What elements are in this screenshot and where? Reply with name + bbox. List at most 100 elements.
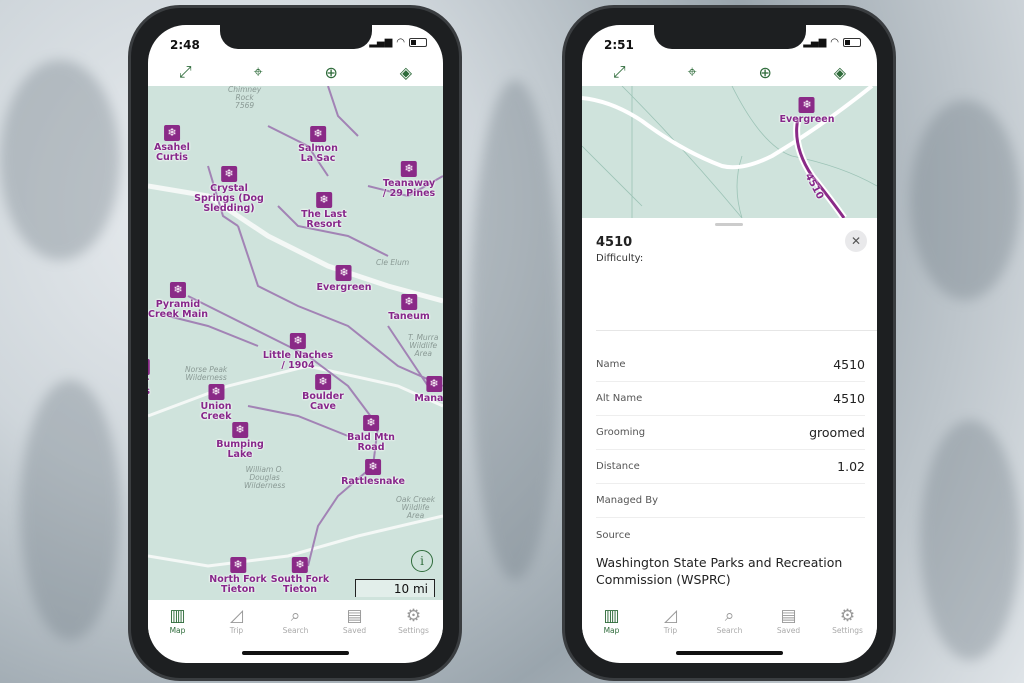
map-marker[interactable]: ❄ Union Creek	[200, 384, 232, 422]
map-marker[interactable]: ❄ Salmon La Sac	[298, 126, 338, 164]
tab-search[interactable]: ⌕ Search	[705, 606, 755, 650]
scale-bar: 10 mi	[355, 579, 435, 597]
marker-label: Salmon La Sac	[298, 143, 338, 164]
battery-icon	[409, 38, 427, 47]
notch	[654, 25, 806, 49]
expand-icon[interactable]: ⤢	[613, 62, 626, 82]
tab-label: Trip	[663, 626, 678, 635]
snowflake-icon: ❄	[232, 422, 248, 438]
marker-label: ver ngs	[148, 377, 150, 397]
row-value: groomed	[809, 425, 865, 440]
tab-trip[interactable]: ◿ Trip	[646, 606, 696, 650]
locate-icon[interactable]: ⌖	[254, 62, 263, 82]
map-marker[interactable]: ❄ Asahel Curtis	[154, 125, 190, 163]
wifi-icon: ◠	[830, 37, 839, 48]
marker-label: Bald Mtn Road	[347, 432, 395, 453]
status-time: 2:51	[604, 38, 634, 52]
tab-saved[interactable]: ▤ Saved	[330, 606, 380, 650]
map-marker[interactable]: ❄ Taneum	[388, 294, 430, 322]
trip-icon: ◿	[663, 606, 678, 626]
tab-label: Saved	[776, 626, 801, 635]
signal-icon: ▂▄▆	[369, 37, 393, 48]
tab-settings[interactable]: ⚙ Settings	[389, 606, 439, 650]
tab-map[interactable]: ▥ Map	[587, 606, 637, 650]
marker-label: Boulder Cave	[302, 391, 344, 412]
snowflake-icon: ❄	[229, 557, 246, 573]
snowflake-icon: ❄	[148, 359, 150, 375]
place-label: William O. Douglas Wilderness	[244, 465, 286, 490]
tab-trip[interactable]: ◿ Trip	[212, 606, 262, 650]
notch	[220, 25, 372, 49]
map[interactable]: Chimney Rock 7569 Cle Elum T. Murra Wild…	[148, 86, 443, 600]
map-marker[interactable]: ❄ South Fork Tieton	[271, 557, 329, 595]
saved-icon: ▤	[780, 606, 797, 626]
row-value: 4510	[833, 357, 865, 372]
map-toolbar: ⤢ ⌖ ⊕ ◈	[148, 58, 443, 86]
tab-label: Map	[169, 626, 186, 635]
place-label: Oak Creek Wildlife Area	[396, 495, 436, 520]
snowflake-icon: ❄	[309, 126, 326, 142]
place-label: Chimney Rock 7569	[228, 86, 262, 110]
search-icon: ⌕	[290, 606, 301, 626]
snowflake-icon: ❄	[798, 97, 815, 113]
row-key: Alt Name	[596, 393, 643, 404]
battery-icon	[843, 38, 861, 47]
marker-label: North Fork Tieton	[209, 574, 267, 595]
tab-bar: ▥ Map ◿ Trip ⌕ Search ▤ Saved ⚙ Settings	[582, 600, 877, 650]
map-marker[interactable]: ❄ Little Naches / 1904	[263, 333, 333, 371]
map[interactable]: ❄ Evergreen 4510	[582, 86, 877, 218]
map-marker[interactable]: ❄ Pyramid Creek Main	[148, 282, 208, 320]
map-marker[interactable]: ❄ Teanaway / 29 Pines	[383, 161, 435, 199]
snowflake-icon: ❄	[315, 374, 331, 390]
close-icon: ✕	[850, 234, 862, 248]
add-icon[interactable]: ⊕	[324, 63, 337, 82]
snowflake-icon: ❄	[291, 557, 308, 573]
tab-label: Search	[282, 626, 309, 635]
tab-saved[interactable]: ▤ Saved	[764, 606, 814, 650]
detail-row: Alt Name 4510	[596, 382, 865, 416]
marker-label: Taneum	[388, 311, 430, 322]
map-marker[interactable]: ❄ Evergreen	[780, 97, 834, 125]
map-marker[interactable]: ❄ Boulder Cave	[302, 374, 344, 412]
tab-label: Map	[603, 626, 620, 635]
map-icon: ▥	[603, 606, 620, 626]
map-marker[interactable]: ❄ Crystal Springs (Dog Sledding)	[194, 166, 264, 214]
right-phone: 2:51 ▂▄▆ ◠ ⤢ ⌖ ⊕ ◈ ❄ Evergreen 4510 4510 Dif…	[562, 5, 896, 681]
map-marker[interactable]: ❄ Bald Mtn Road	[347, 415, 395, 453]
expand-icon[interactable]: ⤢	[179, 62, 192, 82]
close-button[interactable]: ✕	[845, 230, 867, 252]
tab-map[interactable]: ▥ Map	[153, 606, 203, 650]
add-icon[interactable]: ⊕	[758, 63, 771, 82]
settings-icon: ⚙	[405, 606, 422, 626]
settings-icon: ⚙	[839, 606, 856, 626]
map-marker[interactable]: ❄ Bumping Lake	[216, 422, 264, 460]
snowflake-icon: ❄	[365, 459, 381, 475]
wifi-icon: ◠	[396, 37, 405, 48]
drag-handle[interactable]	[715, 223, 743, 226]
marker-label: Pyramid Creek Main	[148, 299, 209, 320]
snowflake-icon: ❄	[208, 384, 224, 400]
map-marker[interactable]: ❄Manast	[414, 376, 443, 404]
marker-label: The Last Resort	[301, 209, 347, 230]
map-marker[interactable]: ❄ The Last Resort	[301, 192, 347, 230]
map-icon: ▥	[169, 606, 186, 626]
marker-label: Crystal Springs (Dog Sledding)	[194, 183, 264, 214]
detail-row: Distance 1.02	[596, 450, 865, 484]
marker-label: Union Creek	[200, 401, 232, 422]
locate-icon[interactable]: ⌖	[688, 62, 697, 82]
marker-label: Teanaway / 29 Pines	[382, 178, 436, 199]
layers-icon[interactable]: ◈	[834, 63, 846, 82]
info-button[interactable]: i	[411, 550, 433, 572]
map-marker[interactable]: ❄ North Fork Tieton	[209, 557, 267, 595]
map-marker[interactable]: ❄ Rattlesnake	[341, 459, 405, 487]
tab-settings[interactable]: ⚙ Settings	[823, 606, 873, 650]
layers-icon[interactable]: ◈	[400, 63, 412, 82]
trip-icon: ◿	[229, 606, 244, 626]
status-icons: ▂▄▆ ◠	[369, 37, 427, 48]
map-marker[interactable]: ❄ ver ngs	[148, 359, 150, 397]
screen: 2:51 ▂▄▆ ◠ ⤢ ⌖ ⊕ ◈ ❄ Evergreen 4510 4510 Dif…	[582, 25, 877, 663]
snowflake-icon: ❄	[316, 192, 332, 208]
map-marker[interactable]: ❄ Evergreen	[317, 265, 371, 293]
tab-search[interactable]: ⌕ Search	[271, 606, 321, 650]
difficulty-label: Difficulty:	[596, 253, 644, 264]
